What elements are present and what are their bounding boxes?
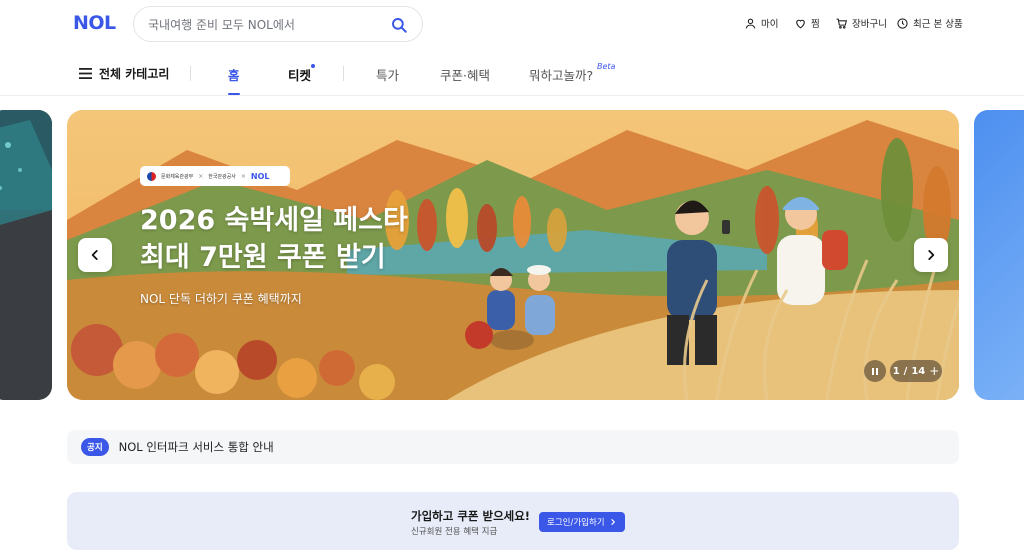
notice-text: NOL 인터파크 서비스 통합 안내 bbox=[118, 440, 274, 454]
nol-logo[interactable]: NOL bbox=[73, 12, 116, 34]
partner-org-2: 한국관광공사 bbox=[208, 173, 236, 180]
pause-icon bbox=[876, 367, 878, 375]
beta-label: Beta bbox=[597, 62, 616, 71]
carousel-pause-button[interactable] bbox=[864, 360, 886, 382]
banner-subtitle: NOL 단독 더하기 쿠폰 혜택까지 bbox=[140, 292, 302, 306]
plus-icon: + bbox=[929, 364, 940, 378]
previous-slide-peek[interactable] bbox=[0, 110, 52, 400]
search-icon[interactable] bbox=[390, 16, 408, 34]
banner-title-line-2: 최대 7만원 쿠폰 받기 bbox=[140, 242, 386, 273]
new-dot-indicator bbox=[311, 64, 315, 68]
chevron-right-icon bbox=[928, 250, 935, 260]
login-signup-label: 로그인/가입하기 bbox=[547, 518, 605, 528]
util-label-wishlist: 찜 bbox=[811, 19, 820, 30]
clock-icon bbox=[897, 17, 908, 29]
notice-badge: 공지 bbox=[81, 438, 109, 456]
pause-icon bbox=[872, 367, 874, 375]
pager-separator: / bbox=[903, 365, 908, 377]
banner-title: 2026 숙박세일 페스타 최대 7만원 쿠폰 받기 bbox=[140, 202, 408, 276]
times-icon: × bbox=[198, 172, 204, 180]
carousel-pager[interactable]: 1/14 + bbox=[890, 360, 942, 382]
signup-description: 신규회원 전용 혜택 지급 bbox=[411, 527, 498, 537]
signup-title: 가입하고 쿠폰 받으세요! bbox=[411, 509, 531, 523]
util-label-recent: 최근 본 상품 bbox=[913, 19, 963, 30]
login-signup-button[interactable]: 로그인/가입하기 bbox=[539, 512, 625, 532]
util-label-my: 마이 bbox=[761, 19, 779, 30]
next-slide-peek[interactable] bbox=[974, 110, 1024, 400]
wishlist-link[interactable]: 찜 bbox=[794, 16, 820, 30]
pager-total: 14 bbox=[911, 365, 926, 377]
my-page-link[interactable]: 마이 bbox=[744, 16, 778, 30]
government-seal-icon bbox=[147, 171, 156, 181]
notice-bar[interactable]: 공지 NOL 인터파크 서비스 통합 안내 bbox=[67, 430, 959, 464]
hero-banner[interactable]: 문화체육관광부 × 한국관광공사 × NOL 2026 숙박세일 페스타 최대 … bbox=[67, 110, 959, 400]
main-nav: 전체 카테고리 홈 티켓 특가 쿠폰·혜택 뭐하고놀까? Beta bbox=[0, 56, 1024, 96]
hamburger-icon bbox=[79, 68, 92, 79]
nav-divider bbox=[343, 66, 344, 81]
user-icon bbox=[745, 18, 756, 29]
tab-coupons[interactable]: 쿠폰·혜택 bbox=[440, 65, 490, 84]
active-tab-indicator bbox=[228, 93, 240, 95]
search-bar[interactable] bbox=[133, 6, 423, 42]
carousel-next-button[interactable] bbox=[914, 238, 948, 272]
tab-home[interactable]: 홈 bbox=[228, 65, 240, 84]
cart-icon bbox=[836, 18, 848, 29]
pager-current: 1 bbox=[892, 365, 900, 377]
times-icon: × bbox=[240, 172, 246, 180]
search-input[interactable] bbox=[148, 15, 378, 35]
signup-promo: 가입하고 쿠폰 받으세요! 신규회원 전용 혜택 지급 로그인/가입하기 bbox=[67, 492, 959, 550]
all-categories-button[interactable]: 전체 카테고리 bbox=[79, 65, 169, 82]
partner-org-1: 문화체육관광부 bbox=[161, 173, 194, 180]
util-label-cart: 장바구니 bbox=[852, 19, 887, 30]
tab-what-to-do[interactable]: 뭐하고놀까? bbox=[529, 65, 593, 84]
all-categories-label: 전체 카테고리 bbox=[99, 67, 170, 81]
tab-deals[interactable]: 특가 bbox=[376, 65, 399, 84]
cart-link[interactable]: 장바구니 bbox=[835, 16, 887, 30]
tab-ticket[interactable]: 티켓 bbox=[288, 65, 311, 84]
chevron-right-icon bbox=[611, 519, 615, 525]
partner-logos: 문화체육관광부 × 한국관광공사 × NOL bbox=[140, 166, 290, 186]
banner-title-line-1: 2026 숙박세일 페스타 bbox=[140, 205, 408, 236]
carousel-prev-button[interactable] bbox=[78, 238, 112, 272]
partner-brand: NOL bbox=[250, 171, 270, 181]
recent-viewed-link[interactable]: 최근 본 상품 bbox=[896, 16, 963, 30]
heart-icon bbox=[796, 19, 805, 28]
chevron-left-icon bbox=[91, 250, 98, 260]
nav-divider bbox=[190, 66, 191, 81]
